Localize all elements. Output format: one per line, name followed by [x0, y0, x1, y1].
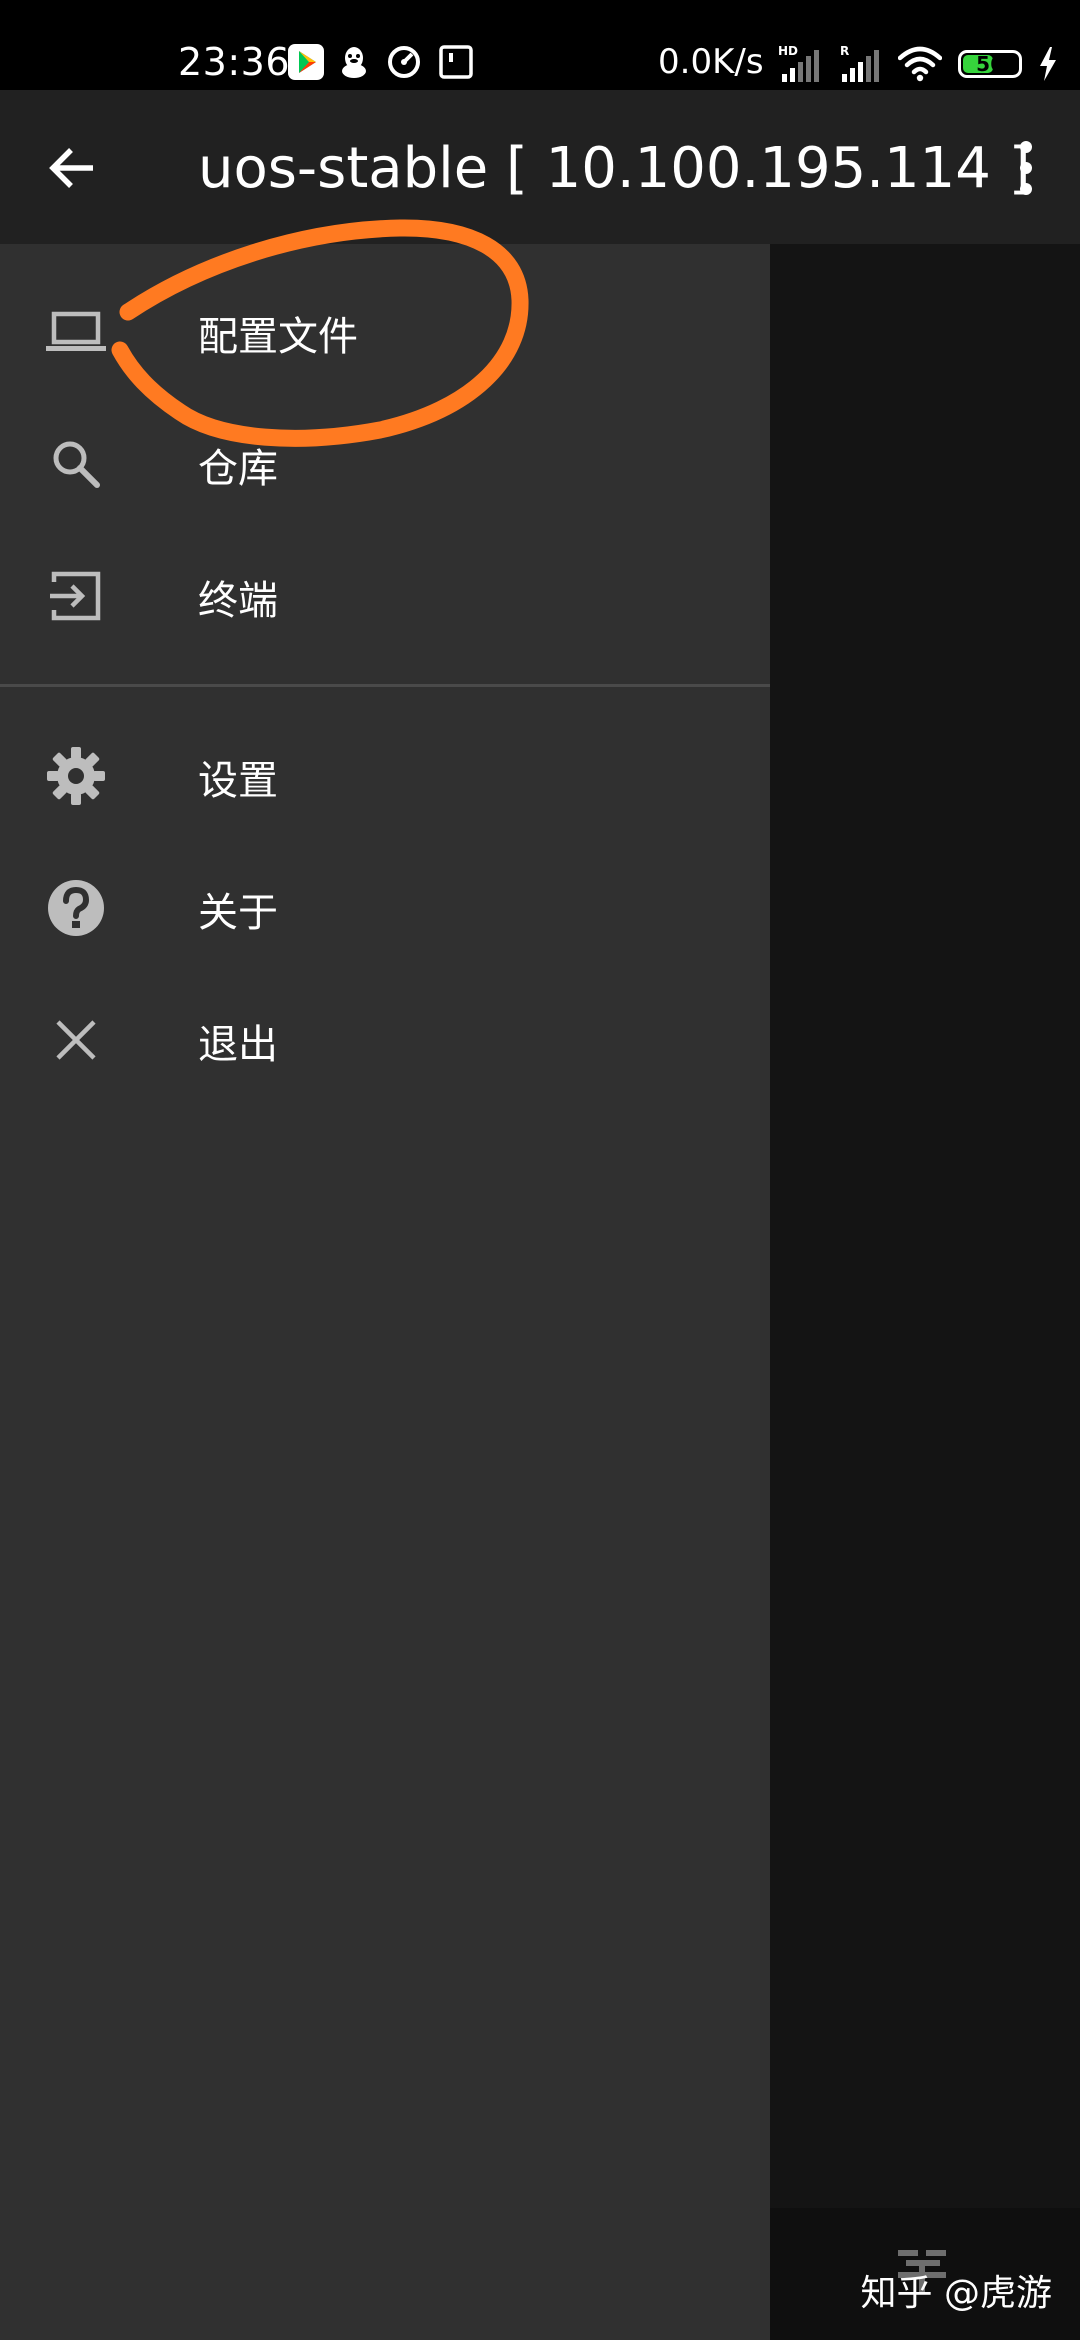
drawer-item-label: 终端 [198, 578, 278, 624]
drawer-item-terminal[interactable]: 终端 [0, 528, 770, 660]
drawer-item-exit[interactable]: 退出 [0, 972, 770, 1104]
wifi-icon [898, 46, 942, 82]
signal-roaming-icon: R [840, 44, 879, 82]
network-speed: 0.0K/s [658, 42, 764, 82]
navigation-drawer: 配置文件 仓库 终端 设置 关于 退出 [0, 244, 770, 2340]
laptop-icon [46, 311, 106, 351]
drawer-item-label: 配置文件 [198, 314, 358, 360]
signal2-label: R [840, 44, 849, 58]
battery-level: 56 [976, 52, 1004, 76]
play-store-icon [288, 44, 324, 80]
back-arrow-button[interactable] [40, 135, 106, 201]
close-icon [56, 1020, 96, 1060]
app-screen: 23:36 0.0K/s HD R 56 uos-stable [10.100… [0, 0, 1080, 2340]
qq-penguin-icon [342, 47, 366, 78]
content-scrim[interactable] [770, 244, 1080, 2340]
status-bar: 23:36 0.0K/s HD R 56 [0, 0, 1080, 90]
status-icons-right: HD R 56 [776, 42, 1058, 86]
status-time: 23:36 [178, 40, 291, 84]
app-title: uos-stable [ 10.100.195.114 ] [198, 136, 1031, 201]
drawer-item-profiles[interactable]: 配置文件 [0, 264, 770, 396]
charging-bolt-icon [1040, 47, 1056, 81]
speedometer-icon [388, 46, 420, 78]
drawer-item-label: 退出 [198, 1022, 278, 1068]
help-icon [48, 880, 104, 936]
app-bar: uos-stable [ 10.100.195.114 ] [0, 90, 1080, 244]
app-notification-icon [439, 45, 473, 79]
more-options-button[interactable] [996, 135, 1056, 201]
gear-icon [47, 747, 105, 805]
search-icon [53, 441, 100, 488]
drawer-item-label: 设置 [198, 758, 278, 804]
drawer-item-about[interactable]: 关于 [0, 840, 770, 972]
drawer-item-settings[interactable]: 设置 [0, 708, 770, 840]
battery-indicator: 56 [958, 50, 1022, 78]
drawer-item-label: 关于 [198, 890, 278, 936]
exit-to-app-icon [50, 571, 101, 621]
drawer-item-label: 仓库 [198, 446, 278, 492]
watermark-text: 知乎 @虎游 [860, 2273, 1052, 2314]
signal1-label: HD [778, 44, 798, 58]
signal-hd-icon: HD [778, 44, 819, 82]
drawer-item-repository[interactable]: 仓库 [0, 396, 770, 528]
drawer-divider [0, 684, 770, 687]
watermark: 知乎 @虎游 [861, 2264, 1052, 2316]
